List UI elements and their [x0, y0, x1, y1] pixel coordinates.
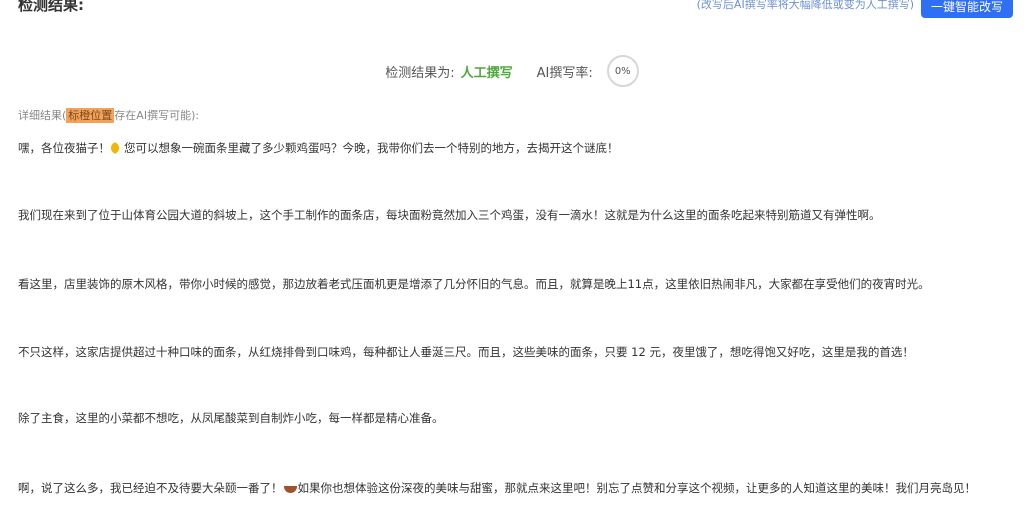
detail-legend: 详细结果(标橙位置 存在AI撰写可能): [18, 107, 199, 123]
paragraph-6: 啊，说了这么多，我已经迫不及待要大朵颐一番了！ 如果你也想体验这份深夜的美味与甜蜜… [18, 478, 1014, 498]
smart-rewrite-button[interactable]: 一键智能改写 [921, 0, 1013, 18]
paragraph-1-text-a: 嘿，各位夜猫子！ [18, 141, 110, 155]
paragraph-2-text: 我们现在来到了位于山体育公园大道的斜坡上，这个手工制作的面条店，每块面粉竟然加入… [18, 208, 881, 222]
ai-rate-circle: 0% [606, 55, 639, 87]
paragraph-3: 看这里，店里装饰的原木风格，带你小时候的感觉，那边放着老式压面机更是增添了几分怀… [18, 274, 1014, 294]
ai-rate-label: AI撰写率: [536, 65, 593, 81]
rewrite-hint: (改写后AI撰写率将大幅降低或变为人工撰写) [696, 0, 914, 11]
page-title: 检测结果: [18, 0, 84, 14]
paragraph-1-text-b: 您可以想象一碗面条里藏了多少颗鸡蛋吗？今晚，我带你们去一个特别的地方，去揭开这个… [124, 141, 619, 155]
paragraph-4-text: 不只这样，这家店提供超过十种口味的面条，从红烧排骨到口味鸡，每种都让人垂涎三尺。… [18, 345, 914, 359]
crescent-moon-icon [111, 142, 123, 154]
detail-suffix: 存在AI撰写可能): [114, 109, 200, 122]
paragraph-4: 不只这样，这家店提供超过十种口味的面条，从红烧排骨到口味鸡，每种都让人垂涎三尺。… [18, 342, 1014, 362]
paragraph-6-text-a: 啊，说了这么多，我已经迫不及待要大朵颐一番了！ [18, 481, 283, 495]
paragraph-1: 嘿，各位夜猫子！ 您可以想象一碗面条里藏了多少颗鸡蛋吗？今晚，我带你们去一个特别的… [18, 138, 1014, 158]
paragraph-6-text-b: 如果你也想体验这份深夜的美味与甜蜜，那就点来这里吧！别忘了点赞和分享这个视频，让… [297, 481, 977, 495]
detail-prefix: 详细结果( [18, 109, 67, 122]
paragraph-3-text: 看这里，店里装饰的原木风格，带你小时候的感觉，那边放着老式压面机更是增添了几分怀… [18, 277, 930, 291]
result-label: 检测结果为: [385, 65, 455, 81]
paragraph-2: 我们现在来到了位于山体育公园大道的斜坡上，这个手工制作的面条店，每块面粉竟然加入… [18, 205, 1014, 225]
paragraph-5-text: 除了主食，这里的小菜都不想吃，从凤尾酸菜到自制炸小吃，每一样都是精心准备。 [18, 411, 444, 425]
detection-summary: 检测结果为: 人工撰写 AI撰写率: 0% [0, 52, 1024, 90]
paragraph-5: 除了主食，这里的小菜都不想吃，从凤尾酸菜到自制炸小吃，每一样都是精心准备。 [18, 408, 1014, 428]
result-value: 人工撰写 [460, 65, 513, 81]
ai-rate-value: 0% [614, 65, 631, 77]
orange-marker-sample: 标橙位置 [66, 108, 115, 123]
noodle-bowl-icon [283, 486, 297, 493]
result-header: 检测结果: (改写后AI撰写率将大幅降低或变为人工撰写) 一键智能改写 [0, 0, 1024, 22]
